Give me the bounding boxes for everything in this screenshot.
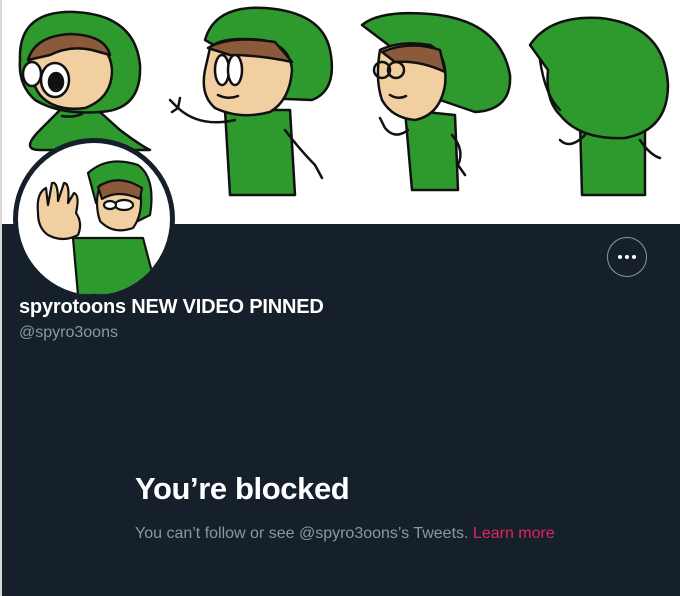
blocked-title: You’re blocked [135,471,350,506]
profile-avatar[interactable] [13,138,175,300]
banner-character-4 [528,16,670,197]
learn-more-link[interactable]: Learn more [473,525,555,542]
more-horizontal-icon [618,255,636,259]
banner-character-3 [360,11,512,192]
avatar-illustration [36,160,160,295]
banner-character-2 [168,6,334,197]
blocked-message-text: You can’t follow or see @spyro3oons’s Tw… [135,525,473,542]
more-options-button[interactable] [607,237,647,277]
blocked-message: You can’t follow or see @spyro3oons’s Tw… [135,522,555,545]
frame-border [0,0,2,596]
profile-display-name: spyrotoons NEW VIDEO PINNED [19,296,324,318]
banner-character-1 [18,10,152,152]
profile-handle: @spyro3oons [19,324,118,341]
